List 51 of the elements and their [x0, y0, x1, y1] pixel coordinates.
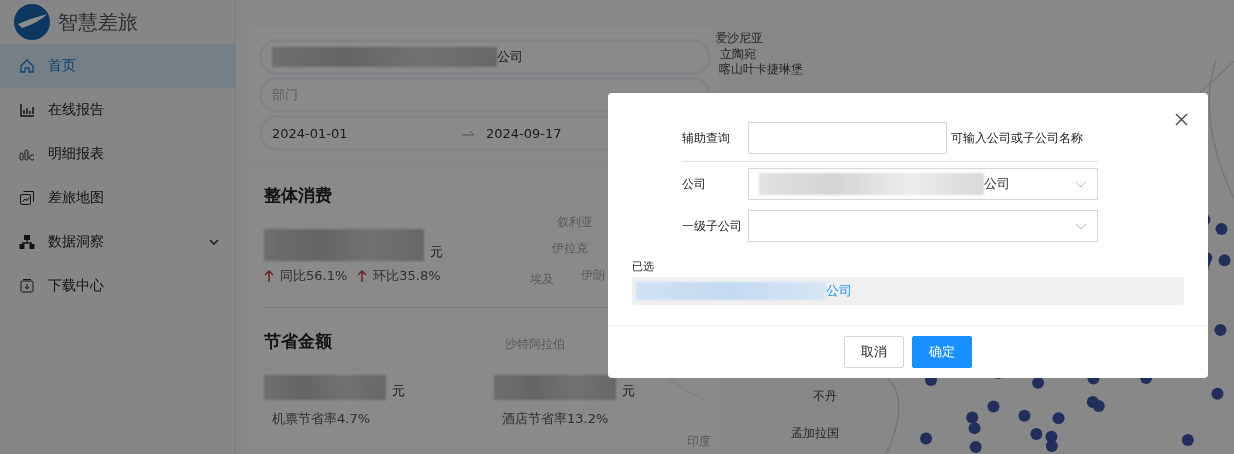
map-label: 不丹	[813, 388, 837, 405]
app-title: 智慧差旅	[58, 8, 138, 36]
company-suffix: 公司	[497, 48, 523, 66]
hierarchy-icon	[19, 234, 35, 250]
close-icon	[1175, 113, 1188, 126]
company-suffix: 公司	[984, 175, 1010, 193]
saving-rate: 机票节省率4.7%	[271, 410, 372, 428]
sidebar-item[interactable]: 首页	[0, 44, 235, 88]
confirm-button[interactable]: 确定	[912, 336, 972, 368]
field-hint: 可输入公司或子公司名称	[951, 129, 1083, 147]
field-label: 一级子公司	[682, 217, 743, 235]
close-button[interactable]	[1175, 113, 1188, 126]
chevron-down-icon	[1075, 180, 1087, 188]
selected-label: 已选	[632, 259, 655, 274]
sidebar-item[interactable]: 下载中心	[0, 264, 235, 308]
cancel-button[interactable]: 取消	[844, 336, 904, 368]
sidebar-item[interactable]: 差旅地图	[0, 176, 235, 220]
start-date: 2024-01-01	[272, 125, 349, 141]
saving-rate: 酒店节省率13.2%	[501, 410, 610, 428]
map-label: 立陶宛	[720, 46, 756, 63]
map-label: 爱沙尼亚	[715, 30, 763, 47]
company-select[interactable]: 公司	[748, 168, 1098, 200]
search-input[interactable]	[748, 122, 947, 154]
arrow-up-icon	[357, 270, 368, 282]
end-date: 2024-09-17	[486, 125, 562, 141]
field-label: 公司	[682, 175, 707, 193]
arrow-right-icon	[462, 130, 474, 136]
section-title: 节省金额	[264, 330, 332, 353]
unit-label: 元	[392, 382, 405, 400]
change-rate: 环比35.8%	[373, 267, 441, 285]
selected-company-suffix: 公司	[826, 282, 852, 300]
chart-card-icon	[19, 190, 35, 206]
sidebar-item[interactable]: 明细报表	[0, 132, 235, 176]
unit-label: 元	[622, 382, 635, 400]
columns-icon	[19, 146, 35, 162]
map-label: 叶卡捷琳堡	[743, 61, 803, 78]
sidebar-item[interactable]: 在线报告	[0, 88, 235, 132]
home-icon	[19, 58, 35, 74]
chevron-down-icon	[1075, 222, 1087, 230]
map-label: 孟加拉国	[791, 425, 839, 442]
bar-chart-icon	[19, 102, 35, 118]
subsidiary-select[interactable]	[748, 210, 1098, 242]
change-rate: 同比56.1%	[280, 267, 348, 285]
company-field[interactable]: 公司	[262, 42, 708, 72]
unit-label: 元	[430, 243, 443, 261]
section-title: 整体消费	[264, 184, 332, 207]
map-label: 喀山	[719, 61, 743, 78]
arrow-up-icon	[264, 270, 274, 282]
plane-logo-icon	[14, 4, 50, 40]
sidebar-item[interactable]: 数据洞察	[0, 220, 235, 264]
download-box-icon	[19, 278, 35, 294]
